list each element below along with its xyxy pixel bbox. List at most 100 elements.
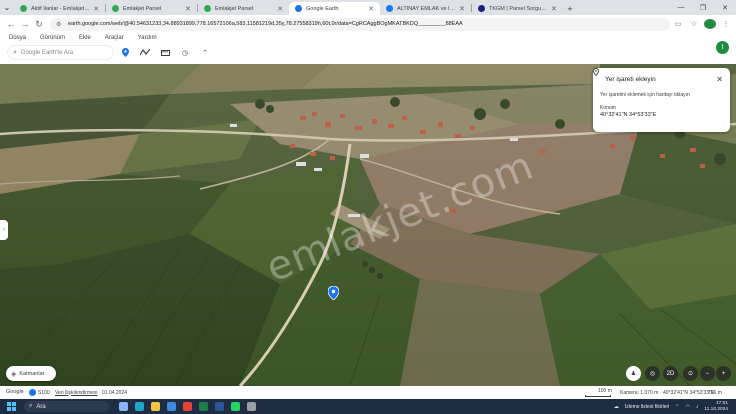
notification-text[interactable]: İzleme listesi fikirleri (625, 404, 669, 410)
map-status-bar: Google S100 Veri İlişkilendirmesi 01.04.… (0, 386, 736, 399)
tab-tkgm-parsel[interactable]: TKGM | Parsel Sorgu Uygulama ✕ (472, 2, 563, 15)
compass-icon[interactable]: ◎ (645, 366, 660, 381)
account-avatar[interactable]: I (716, 41, 729, 54)
site-info-icon[interactable]: ⚙ (56, 21, 63, 28)
expand-panel-chevron-icon[interactable]: › (0, 220, 8, 240)
tab-title: TKGM | Parsel Sorgu Uygulama (489, 5, 548, 12)
placemark-info-card: Yer işareti ekleyin ✕ Yer işaretini ekle… (593, 68, 730, 132)
earth-app-bar: Dosya Görünüm Ekle Araçlar Yardım ⌕ Goog… (0, 33, 736, 64)
bookmark-star-icon[interactable]: ☆ (688, 20, 700, 28)
clock-date: 11.10.2024 (704, 406, 728, 412)
layers-label: Katmanlar (19, 370, 45, 377)
back-icon[interactable]: ← (4, 17, 18, 31)
taskbar-apps (119, 402, 256, 411)
menu-yardim[interactable]: Yardım (138, 35, 157, 41)
data-attribution-link[interactable]: Veri İlişkilendirmesi (55, 390, 98, 396)
layer-value: S100 (38, 389, 50, 396)
reload-icon[interactable]: ↻ (32, 17, 46, 31)
window-controls: — ❐ ✕ (670, 0, 736, 15)
tkgm-favicon-icon (478, 5, 485, 12)
camera-altitude: Kamera: 1.070 m (620, 389, 659, 396)
close-icon[interactable]: ✕ (368, 5, 374, 13)
store-icon[interactable] (167, 402, 176, 411)
info-card-header: Yer işareti ekleyin ✕ (593, 68, 723, 84)
menu-dosya[interactable]: Dosya (9, 35, 26, 41)
tab-strip: ⌄ Aktif İlanlar - Emlakjet Parsel ✕ Emla… (0, 0, 736, 15)
excel-icon[interactable] (199, 402, 208, 411)
historical-imagery-icon[interactable]: ◷ (177, 46, 193, 59)
taskbar-search-input[interactable]: ⌕ Ara (24, 401, 109, 412)
close-icon[interactable]: ✕ (93, 5, 99, 13)
menu-araclar[interactable]: Araçlar (105, 35, 124, 41)
menu-ekle[interactable]: Ekle (79, 35, 91, 41)
browser-toolbar: ← → ↻ ⚙ earth.google.com/web/@40.5463123… (0, 15, 736, 33)
close-window-icon[interactable]: ✕ (714, 0, 736, 15)
my-location-icon[interactable]: ⊙ (683, 366, 698, 381)
street-view-pegman-icon[interactable]: ♟ (626, 366, 641, 381)
info-card-title: Yer işareti ekleyin (605, 76, 656, 83)
close-icon[interactable]: ✕ (185, 5, 191, 13)
tab-search-icon[interactable]: ⌄ (0, 0, 14, 15)
chevron-up-icon[interactable]: ⌃ (675, 404, 679, 410)
address-bar[interactable]: ⚙ earth.google.com/web/@40.54631233,34.8… (50, 17, 670, 31)
close-icon[interactable]: ✕ (551, 5, 557, 13)
cursor-coordinates: 40°32'41"N 34°53'33"E (663, 389, 715, 396)
menu-kebab-icon[interactable]: ⋮ (720, 20, 732, 28)
weather-icon[interactable]: ☁ (614, 404, 619, 410)
collapse-toolbar-icon[interactable]: ⌃ (197, 46, 213, 59)
whatsapp-icon[interactable] (231, 402, 240, 411)
satellite-map-view[interactable]: emlakjet.com › Yer işareti ekleyin ✕ Yer… (0, 64, 736, 386)
taskbar-clock[interactable]: 17:51 11.10.2024 (704, 401, 728, 413)
close-icon[interactable]: ✕ (277, 5, 283, 13)
layer-indicator-icon (29, 388, 36, 396)
volume-icon[interactable]: ♪ (696, 404, 699, 410)
word-icon[interactable] (215, 402, 224, 411)
tab-altinay-emlak[interactable]: ALTINAY EMLAK ve İNŞAAT (4 ✕ (380, 2, 471, 15)
tab-emlakjet-parsel-1[interactable]: Emlakjet Parsel ✕ (106, 2, 197, 15)
add-placemark-icon[interactable] (117, 46, 133, 59)
view-mode-2d-button[interactable]: 2D (663, 366, 678, 381)
windows-start-icon[interactable] (7, 402, 16, 411)
toolbar-right-icons: ▭ ☆ I ⋮ (672, 19, 732, 29)
forward-icon[interactable]: → (18, 17, 32, 31)
tab-title: ALTINAY EMLAK ve İNŞAAT (4 (397, 5, 456, 12)
edge-browser-icon[interactable] (135, 402, 144, 411)
taskbar-search-label: Ara (36, 403, 46, 410)
search-input[interactable]: ⌕ Google Earth'te Ara (8, 46, 113, 59)
profile-avatar[interactable]: I (704, 19, 716, 29)
tab-title: Emlakjet Parsel (215, 5, 254, 12)
scale-label: 100 m (598, 388, 612, 394)
imagery-date: 01.04.2024 (102, 389, 128, 396)
search-icon: ⌕ (29, 403, 33, 409)
close-icon[interactable]: ✕ (716, 75, 723, 84)
zoom-out-button[interactable]: − (700, 366, 715, 381)
tab-title: Aktif İlanlar - Emlakjet Parsel (31, 5, 90, 12)
search-row: ⌕ Google Earth'te Ara ◷ ⌃ (8, 46, 213, 59)
tab-aktif-ilanlar[interactable]: Aktif İlanlar - Emlakjet Parsel ✕ (14, 2, 105, 15)
location-value: 40°32'41"N 34°53'33"E (600, 112, 657, 118)
chrome-browser-icon[interactable] (183, 402, 192, 411)
elevation: 796 m (708, 389, 722, 396)
new-tab-button[interactable]: + (563, 2, 577, 15)
location-label: Konum (600, 105, 616, 111)
windows-taskbar: ⌕ Ara ☁ İzleme listesi fikirleri ⌃ ◠ ♪ 1… (0, 399, 736, 414)
draw-path-icon[interactable] (137, 46, 153, 59)
file-explorer-icon[interactable] (151, 402, 160, 411)
cast-icon[interactable]: ▭ (672, 20, 684, 28)
emlakjet-favicon-icon (204, 5, 211, 12)
maximize-icon[interactable]: ❐ (692, 0, 714, 15)
wifi-icon[interactable]: ◠ (685, 404, 689, 410)
zoom-in-button[interactable]: + (716, 366, 731, 381)
menu-gorunum[interactable]: Görünüm (40, 35, 65, 41)
settings-gear-icon[interactable] (247, 402, 256, 411)
measure-ruler-icon[interactable] (157, 46, 173, 59)
tab-google-earth[interactable]: Google Earth ✕ (289, 2, 380, 15)
url-text: earth.google.com/web/@40.54631233,34.889… (68, 21, 463, 27)
minimize-icon[interactable]: — (670, 0, 692, 15)
tab-emlakjet-parsel-2[interactable]: Emlakjet Parsel ✕ (198, 2, 289, 15)
tab-title: Emlakjet Parsel (123, 5, 162, 12)
layers-button[interactable]: ◈ Katmanlar (6, 366, 56, 381)
search-placeholder: Google Earth'te Ara (20, 49, 74, 56)
close-icon[interactable]: ✕ (459, 5, 465, 13)
task-view-icon[interactable] (119, 402, 128, 411)
